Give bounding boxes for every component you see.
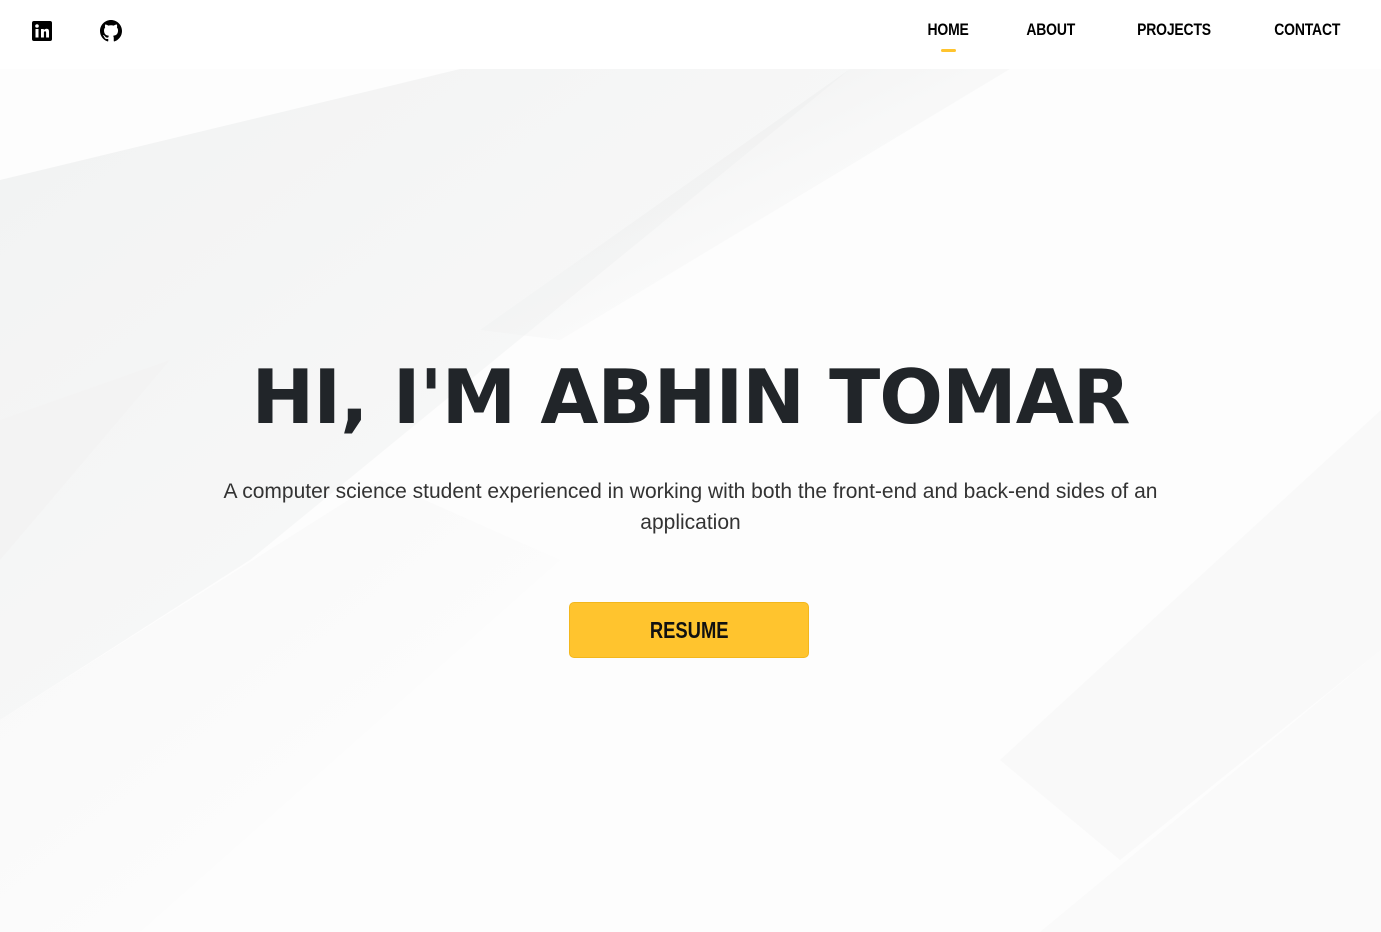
- nav-contact-label: CONTACT: [1273, 20, 1340, 39]
- hero-title: HI, I'M ABHIN TOMAR: [251, 353, 1131, 441]
- nav-contact[interactable]: CONTACT: [1267, 0, 1347, 59]
- linkedin-icon: [32, 20, 52, 46]
- hero-section: HI, I'M ABHIN TOMAR A computer science s…: [0, 0, 1381, 932]
- hero-subtitle: A computer science student experienced i…: [223, 480, 1158, 534]
- github-link[interactable]: [99, 19, 123, 47]
- nav-home[interactable]: HOME: [923, 0, 973, 59]
- nav-projects[interactable]: PROJECTS: [1129, 0, 1219, 59]
- github-icon: [100, 19, 122, 47]
- resume-button[interactable]: RESUME: [569, 602, 809, 658]
- nav-active-indicator: [940, 49, 956, 52]
- site-header: HOME ABOUT PROJECTS CONTACT: [0, 0, 1381, 69]
- nav-home-label: HOME: [927, 20, 969, 39]
- nav-projects-label: PROJECTS: [1136, 20, 1211, 39]
- resume-button-label: RESUME: [649, 616, 729, 643]
- linkedin-link[interactable]: [30, 20, 54, 46]
- nav-about[interactable]: ABOUT: [1021, 0, 1080, 59]
- main-nav: HOME ABOUT PROJECTS CONTACT: [923, 0, 1347, 69]
- nav-about-label: ABOUT: [1026, 20, 1076, 39]
